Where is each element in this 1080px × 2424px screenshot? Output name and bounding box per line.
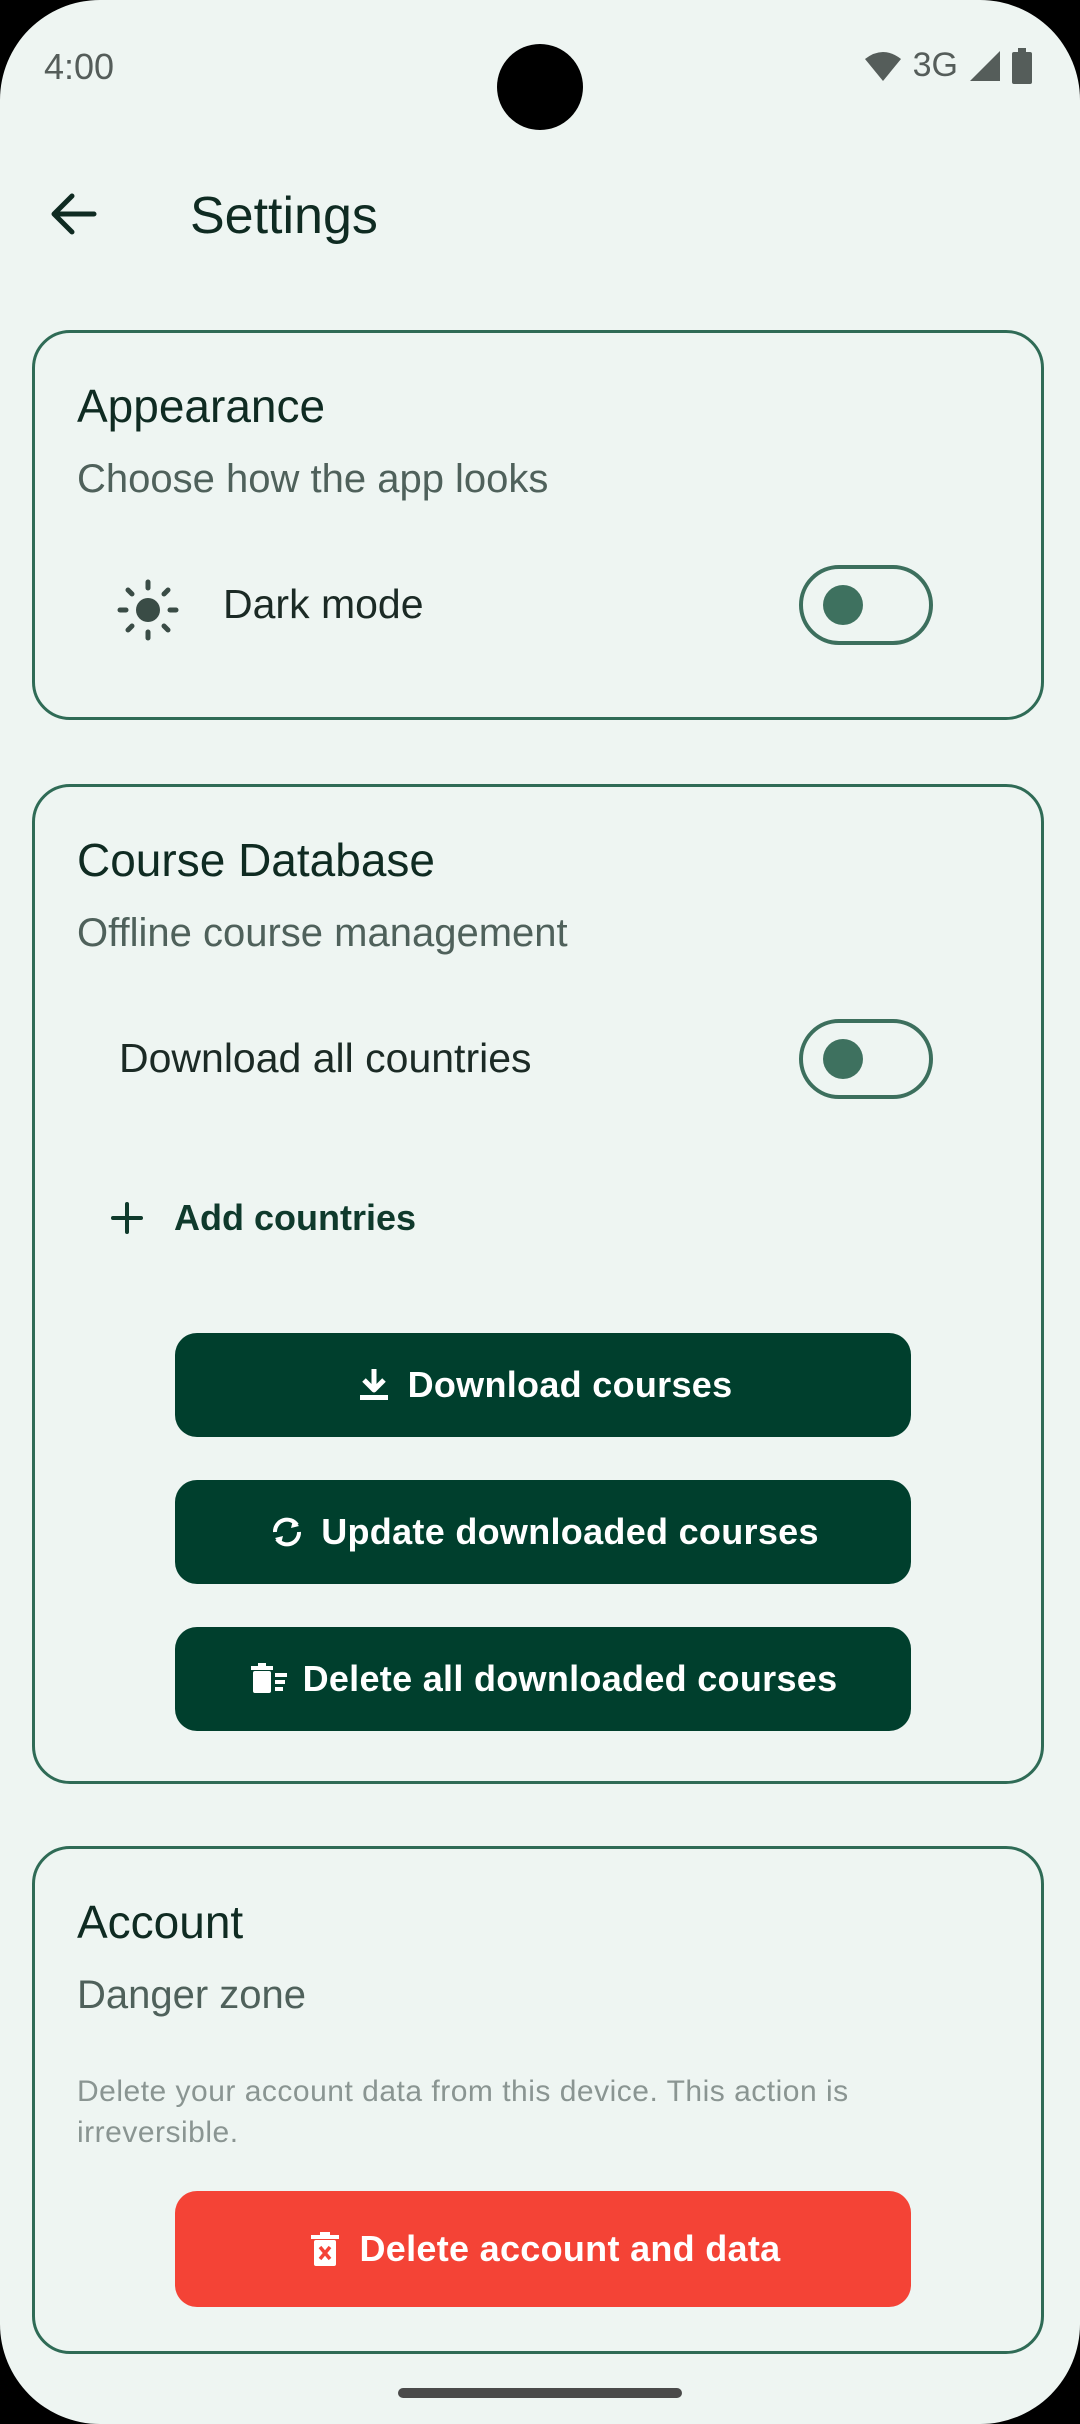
delete-account-label: Delete account and data xyxy=(359,2228,781,2269)
add-countries-label: Add countries xyxy=(174,1197,417,1238)
delete-forever-icon xyxy=(311,2232,340,2266)
course-database-title: Course Database xyxy=(77,834,435,886)
account-card: Account Danger zone Delete your account … xyxy=(32,1846,1044,2354)
appearance-subtitle: Choose how the app looks xyxy=(77,457,549,501)
delete-all-courses-button[interactable]: Delete all downloaded courses xyxy=(175,1627,911,1731)
download-courses-button[interactable]: Download courses xyxy=(175,1333,911,1437)
home-indicator[interactable] xyxy=(398,2388,682,2398)
download-icon xyxy=(359,1369,388,1400)
status-time: 4:00 xyxy=(44,46,115,87)
dark-mode-toggle[interactable] xyxy=(799,565,933,645)
screen: 4:00 3G Settings Appearance Choose how t… xyxy=(0,0,1080,2424)
download-courses-label: Download courses xyxy=(407,1364,733,1405)
battery-icon xyxy=(1012,47,1032,84)
update-courses-button[interactable]: Update downloaded courses xyxy=(175,1480,911,1584)
account-subtitle: Danger zone xyxy=(77,1973,307,2017)
dark-mode-label: Dark mode xyxy=(223,581,424,627)
download-all-toggle[interactable] xyxy=(799,1019,933,1099)
course-database-subtitle: Offline course management xyxy=(77,911,568,955)
sync-icon xyxy=(273,1517,302,1547)
wifi-icon xyxy=(864,51,901,81)
toggle-knob xyxy=(823,1039,863,1079)
delete-sweep-icon xyxy=(250,1663,287,1693)
add-countries-button[interactable]: Add countries xyxy=(110,1197,416,1239)
toggle-knob xyxy=(823,585,863,625)
download-all-label: Download all countries xyxy=(119,1035,532,1081)
update-courses-label: Update downloaded courses xyxy=(321,1511,819,1552)
delete-all-courses-label: Delete all downloaded courses xyxy=(302,1658,838,1699)
account-title: Account xyxy=(77,1896,244,1948)
course-database-card: Course Database Offline course managemen… xyxy=(32,784,1044,1784)
signal-icon xyxy=(970,50,1000,81)
status-icons: 3G xyxy=(863,46,1032,85)
delete-account-button[interactable]: Delete account and data xyxy=(175,2191,911,2307)
sun-icon xyxy=(117,579,179,641)
arrow-back-icon[interactable] xyxy=(46,186,102,242)
camera-cutout xyxy=(497,44,583,130)
appearance-card: Appearance Choose how the app looks Dark… xyxy=(32,330,1044,720)
account-hint: Delete your account data from this devic… xyxy=(77,2075,849,2149)
network-type: 3G xyxy=(912,46,958,84)
appearance-title: Appearance xyxy=(77,380,326,432)
page-title: Settings xyxy=(190,187,378,245)
plus-icon xyxy=(111,1202,143,1234)
